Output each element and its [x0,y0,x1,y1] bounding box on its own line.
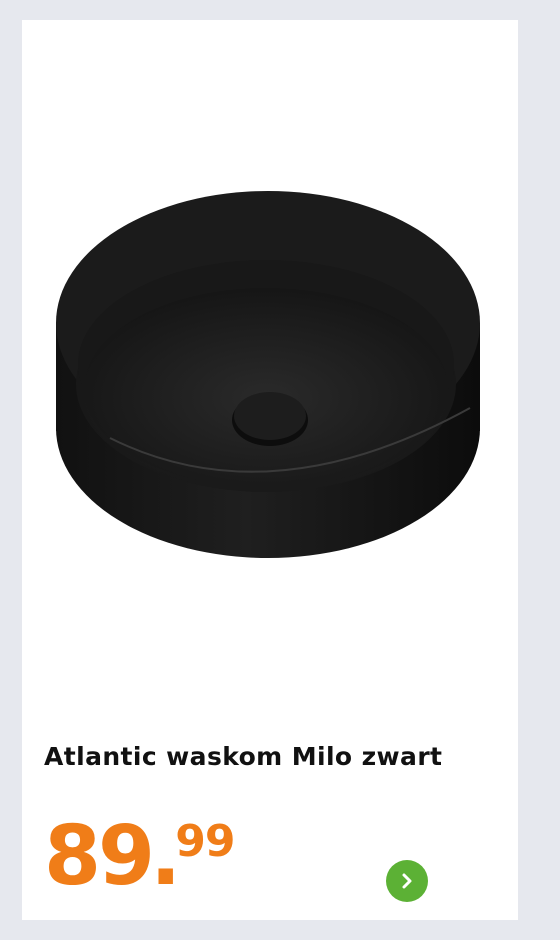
washbasin-image [50,188,490,568]
price: 89.99 [44,809,236,904]
product-title: Atlantic waskom Milo zwart [44,742,443,771]
product-card[interactable]: Atlantic waskom Milo zwart 89.99 [22,20,518,920]
price-whole: 89 [44,809,155,904]
next-button[interactable] [386,860,428,902]
price-cents: 99 [175,816,235,867]
chevron-right-icon [402,873,412,889]
